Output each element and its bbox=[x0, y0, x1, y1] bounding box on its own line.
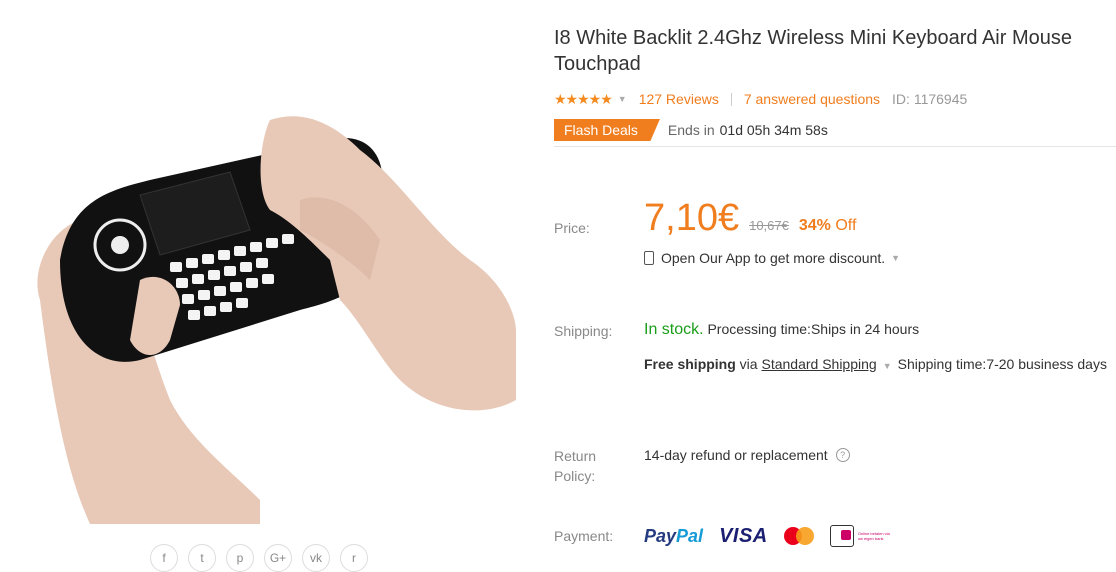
rating-stars[interactable]: ★★★★★ bbox=[554, 91, 613, 108]
pinterest-icon[interactable]: p bbox=[226, 544, 254, 572]
processing-time: Processing time:Ships in 24 hours bbox=[703, 321, 920, 337]
flash-deal-row: Flash Deals Ends in 01d 05h 34m 58s bbox=[554, 119, 828, 141]
discount-percent: 34% bbox=[798, 217, 831, 234]
shipping-label: Shipping: bbox=[554, 323, 613, 339]
countdown-timer: 01d 05h 34m 58s bbox=[719, 122, 828, 138]
visa-logo: VISA bbox=[719, 524, 768, 547]
twitter-icon[interactable]: t bbox=[188, 544, 216, 572]
flash-deals-badge[interactable]: Flash Deals bbox=[554, 119, 660, 141]
app-discount-text: Open Our App to get more discount. bbox=[661, 250, 886, 266]
mastercard-logo bbox=[783, 527, 814, 545]
free-shipping-text: Free shipping bbox=[644, 356, 736, 372]
return-policy-text: 14-day refund or replacement bbox=[644, 447, 828, 463]
original-price: 10,67€ bbox=[749, 218, 789, 233]
product-meta: ★★★★★ ▼ 127 Reviews 7 answered questions… bbox=[554, 89, 967, 109]
ideal-icon bbox=[829, 525, 854, 547]
shipping-time: Shipping time:7-20 business days bbox=[897, 356, 1107, 372]
price-label: Price: bbox=[554, 220, 590, 236]
paypal-logo: PayPal bbox=[644, 525, 704, 546]
product-title: I8 White Backlit 2.4Ghz Wireless Mini Ke… bbox=[554, 27, 1072, 75]
chevron-down-icon[interactable]: ▼ bbox=[883, 361, 892, 371]
section-divider bbox=[554, 146, 1116, 147]
chevron-down-icon[interactable]: ▼ bbox=[891, 253, 900, 263]
discount-badge: 34% Off bbox=[799, 217, 857, 235]
ideal-text: Online betalen via uw eigen bank bbox=[857, 531, 890, 541]
via-text: via bbox=[735, 356, 762, 372]
discount-suffix: Off bbox=[830, 217, 857, 234]
share-bar: f t p G+ vk r bbox=[150, 544, 368, 572]
return-label-line2: Policy: bbox=[554, 468, 596, 484]
shipping-details: Free shipping via Standard Shipping ▼ Ship… bbox=[644, 353, 1114, 377]
phone-icon bbox=[644, 251, 654, 265]
product-id: ID: 1176945 bbox=[892, 91, 968, 107]
keyboard-photo bbox=[0, 0, 516, 524]
google-plus-icon[interactable]: G+ bbox=[264, 544, 292, 572]
stock-status: In stock. Processing time:Ships in 24 ho… bbox=[644, 321, 919, 339]
vk-icon[interactable]: vk bbox=[302, 544, 330, 572]
return-label-line1: Return bbox=[554, 448, 597, 464]
questions-link[interactable]: 7 answered questions bbox=[744, 91, 880, 107]
in-stock-text: In stock. bbox=[644, 321, 704, 338]
chevron-down-icon[interactable]: ▼ bbox=[618, 94, 627, 104]
facebook-icon[interactable]: f bbox=[150, 544, 178, 572]
payment-methods: PayPal VISA Online betalen via uw eigen … bbox=[644, 523, 892, 549]
payment-label: Payment: bbox=[554, 528, 614, 544]
price-row: 7,10€ 10,67€ 34% Off bbox=[644, 197, 856, 240]
return-label: Return Policy: bbox=[554, 446, 596, 486]
ends-label: Ends in bbox=[667, 122, 715, 138]
product-image[interactable] bbox=[0, 0, 516, 524]
help-icon[interactable]: ? bbox=[835, 448, 850, 462]
app-discount-link[interactable]: Open Our App to get more discount. ▼ bbox=[644, 250, 900, 266]
ideal-logo: Online betalen via uw eigen bank bbox=[829, 525, 892, 547]
reviews-link[interactable]: 127 Reviews bbox=[639, 91, 719, 107]
reddit-icon[interactable]: r bbox=[340, 544, 368, 572]
current-price: 7,10€ bbox=[644, 197, 740, 239]
divider bbox=[730, 92, 732, 106]
shipping-method-link[interactable]: Standard Shipping bbox=[761, 356, 876, 372]
return-policy: 14-day refund or replacement ? bbox=[644, 447, 850, 463]
